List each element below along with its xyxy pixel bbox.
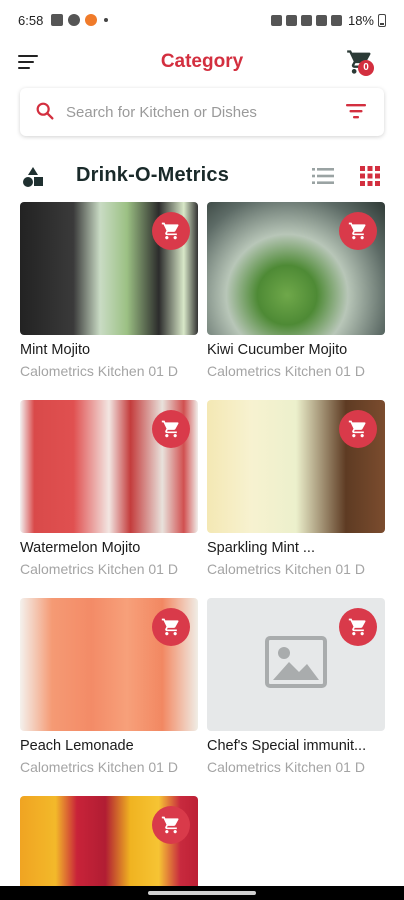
- search-bar: [20, 88, 384, 136]
- battery-percent: 18%: [347, 12, 374, 28]
- search-icon: [36, 102, 54, 120]
- gallery-notification-icon: [51, 14, 64, 26]
- add-to-cart-button[interactable]: [339, 608, 377, 646]
- notification-icons: [51, 14, 109, 26]
- system-icons: 18%: [270, 12, 386, 28]
- add-to-cart-button[interactable]: [339, 410, 377, 448]
- screen: 6:58 18% Category 0 Search for Kitchen o…: [0, 0, 404, 900]
- add-to-cart-icon: [161, 420, 179, 438]
- add-to-cart-icon: [348, 618, 366, 636]
- category-shapes-icon: [23, 167, 43, 187]
- add-to-cart-icon: [161, 222, 179, 240]
- product-kitchen: Calometrics Kitchen 01 D: [207, 759, 365, 775]
- page-title: Category: [160, 51, 244, 72]
- grid-view-icon[interactable]: [360, 166, 380, 186]
- wifi-icon: [315, 14, 327, 26]
- more-notifications-icon: [104, 18, 109, 22]
- product-name[interactable]: Watermelon Mojito: [20, 540, 198, 556]
- vibrate-icon: [300, 14, 312, 26]
- alarm-icon: [285, 14, 297, 26]
- product-name[interactable]: Kiwi Cucumber Mojito: [207, 342, 385, 358]
- signal-icon: [330, 14, 342, 26]
- status-time: 6:58: [18, 12, 44, 28]
- list-view-icon[interactable]: [312, 166, 334, 186]
- product-name[interactable]: Chef's Special immunit...: [207, 738, 385, 754]
- cart-count-badge: 0: [358, 60, 374, 76]
- home-gesture-handle[interactable]: [148, 891, 256, 895]
- product-kitchen: Calometrics Kitchen 01 D: [20, 363, 178, 379]
- image-placeholder-icon: [265, 636, 327, 688]
- add-to-cart-icon: [348, 420, 366, 438]
- product-name[interactable]: Sparkling Mint ...: [207, 540, 385, 556]
- product-name[interactable]: Mint Mojito: [20, 342, 198, 358]
- status-bar: 6:58 18%: [0, 0, 404, 40]
- filter-icon[interactable]: [346, 102, 366, 120]
- add-to-cart-icon: [348, 222, 366, 240]
- section-header: Drink-O-Metrics: [0, 152, 404, 200]
- add-to-cart-button[interactable]: [152, 212, 190, 250]
- app-notification-icon: [85, 14, 98, 26]
- lock-icon: [270, 14, 282, 26]
- add-to-cart-button[interactable]: [152, 410, 190, 448]
- product-kitchen: Calometrics Kitchen 01 D: [20, 561, 178, 577]
- add-to-cart-button[interactable]: [152, 608, 190, 646]
- search-input[interactable]: [66, 100, 326, 124]
- app-bar: Category 0: [0, 40, 404, 86]
- whatsapp-notification-icon: [68, 14, 81, 26]
- product-kitchen: Calometrics Kitchen 01 D: [207, 561, 365, 577]
- add-to-cart-button[interactable]: [339, 212, 377, 250]
- product-name[interactable]: Peach Lemonade: [20, 738, 198, 754]
- add-to-cart-icon: [161, 618, 179, 636]
- product-kitchen: Calometrics Kitchen 01 D: [20, 759, 178, 775]
- product-kitchen: Calometrics Kitchen 01 D: [207, 363, 365, 379]
- battery-icon: [378, 13, 386, 27]
- section-title: Drink-O-Metrics: [76, 164, 230, 186]
- add-to-cart-icon: [161, 816, 179, 834]
- add-to-cart-button[interactable]: [152, 806, 190, 844]
